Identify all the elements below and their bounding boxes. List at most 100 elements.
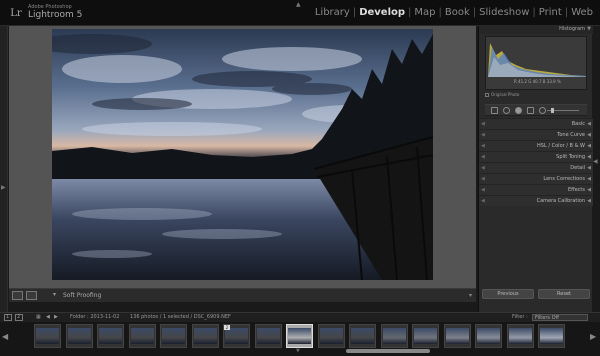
section-detail[interactable]: ◀ Detail ◀ bbox=[479, 162, 593, 173]
expand-section-icon[interactable]: ◀ bbox=[587, 154, 591, 160]
filmstrip[interactable]: ◀ ▶ 2 bbox=[0, 322, 600, 356]
thumbnail-image bbox=[509, 328, 532, 344]
filmstrip-thumbnail[interactable] bbox=[34, 324, 61, 348]
product-label: Lightroom 5 bbox=[28, 10, 83, 20]
left-panel-collapsed[interactable]: ▶ bbox=[0, 26, 8, 312]
collapse-top-panel-icon[interactable]: ▲ bbox=[296, 1, 301, 8]
expand-section-icon[interactable]: ◀ bbox=[587, 143, 591, 149]
adjustment-brush-slider[interactable] bbox=[547, 108, 579, 113]
thumbnail-image bbox=[99, 328, 122, 344]
right-panel: Histogram ▼ R 41.2 G 40.7 B 33.9 % Origi… bbox=[478, 26, 593, 312]
develop-toolbar: ▾ Soft Proofing ▾ bbox=[9, 288, 476, 302]
thumbnail-image bbox=[194, 328, 217, 344]
filmstrip-thumbnail[interactable] bbox=[381, 324, 408, 348]
original-photo-label: Original Photo bbox=[491, 92, 520, 97]
section-side-icon: ◀ bbox=[481, 198, 485, 204]
filmstrip-thumbnail[interactable] bbox=[66, 324, 93, 348]
filmstrip-thumbnail[interactable] bbox=[538, 324, 565, 348]
expand-section-icon[interactable]: ◀ bbox=[587, 187, 591, 193]
section-tone-curve[interactable]: ◀ Tone Curve ◀ bbox=[479, 129, 593, 140]
collapse-filmstrip-icon[interactable]: ▼ bbox=[296, 348, 300, 354]
filmstrip-thumbnail[interactable] bbox=[318, 324, 345, 348]
section-camera-calibration[interactable]: ◀ Camera Calibration ◀ bbox=[479, 195, 593, 206]
section-label: HSL / Color / B & W bbox=[537, 143, 585, 149]
histogram-graph bbox=[488, 43, 586, 77]
filmstrip-thumbnail[interactable] bbox=[129, 324, 156, 348]
filmstrip-thumbnail[interactable] bbox=[286, 324, 313, 348]
graduated-filter-tool-icon[interactable] bbox=[527, 107, 534, 114]
filmstrip-thumbnail[interactable]: 2 bbox=[223, 324, 250, 348]
thumbnail-image bbox=[320, 328, 343, 344]
filter-dropdown[interactable]: Filters Off bbox=[532, 314, 588, 321]
identity-plate: Lr Adobe Photoshop Lightroom 5 ▲ Library… bbox=[0, 0, 600, 26]
filmstrip-thumbnail[interactable] bbox=[349, 324, 376, 348]
histogram[interactable]: R 41.2 G 40.7 B 33.9 % bbox=[485, 36, 587, 90]
loupe-view-button[interactable] bbox=[12, 291, 23, 300]
thumbnail-image bbox=[414, 328, 437, 344]
filmstrip-scrollbar[interactable] bbox=[346, 349, 430, 353]
collapse-right-panel-icon[interactable]: ◀ bbox=[593, 158, 598, 165]
expand-left-panel-icon[interactable]: ▶ bbox=[1, 184, 6, 191]
filmstrip-scroll-right-icon[interactable]: ▶ bbox=[590, 332, 596, 341]
module-develop[interactable]: Develop bbox=[356, 7, 408, 18]
original-photo-toggle[interactable]: Original Photo bbox=[485, 92, 519, 97]
section-side-icon: ◀ bbox=[481, 143, 485, 149]
filmstrip-thumbnail[interactable] bbox=[412, 324, 439, 348]
stack-count-badge: 2 bbox=[224, 325, 230, 330]
filmstrip-thumbnail[interactable] bbox=[507, 324, 534, 348]
histogram-header[interactable]: Histogram ▼ bbox=[479, 26, 593, 34]
expand-section-icon[interactable]: ◀ bbox=[587, 176, 591, 182]
red-eye-tool-icon[interactable] bbox=[515, 107, 522, 114]
right-panel-footer: Previous Reset bbox=[479, 288, 593, 302]
section-effects[interactable]: ◀ Effects ◀ bbox=[479, 184, 593, 195]
expand-section-icon[interactable]: ◀ bbox=[587, 132, 591, 138]
filmstrip-thumbnail[interactable] bbox=[444, 324, 471, 348]
thumbnail-image bbox=[446, 328, 469, 344]
lightroom-logo: Lr bbox=[10, 8, 22, 19]
section-lens-corrections[interactable]: ◀ Lens Corrections ◀ bbox=[479, 173, 593, 184]
photo-canvas[interactable] bbox=[9, 26, 476, 288]
forward-arrow-icon[interactable]: ▶ bbox=[54, 314, 58, 320]
toolbar-menu-icon[interactable]: ▾ bbox=[469, 292, 472, 299]
section-hsl[interactable]: ◀ HSL / Color / B & W ◀ bbox=[479, 140, 593, 151]
collapse-histogram-icon[interactable]: ▼ bbox=[587, 26, 591, 32]
before-after-dropdown-icon[interactable]: ▾ bbox=[53, 291, 56, 298]
folder-source[interactable]: Folder : 2013-11-02 bbox=[70, 314, 119, 320]
page-2-label: 2 bbox=[17, 314, 21, 320]
section-split-toning[interactable]: ◀ Split Toning ◀ bbox=[479, 151, 593, 162]
module-print[interactable]: Print bbox=[536, 7, 565, 18]
before-after-view-button[interactable] bbox=[26, 291, 37, 300]
filmstrip-scroll-left-icon[interactable]: ◀ bbox=[2, 332, 8, 341]
radial-filter-tool-icon[interactable] bbox=[539, 107, 546, 114]
section-label: Camera Calibration bbox=[536, 198, 585, 204]
module-map[interactable]: Map bbox=[411, 7, 438, 18]
grid-view-icon[interactable]: ▦ bbox=[36, 314, 41, 320]
previous-button[interactable]: Previous bbox=[482, 289, 534, 299]
section-basic[interactable]: ◀ Basic ◀ bbox=[479, 118, 593, 129]
filmstrip-thumbnail[interactable] bbox=[97, 324, 124, 348]
module-web[interactable]: Web bbox=[568, 7, 596, 18]
filmstrip-thumbnail[interactable] bbox=[255, 324, 282, 348]
expand-section-icon[interactable]: ◀ bbox=[587, 165, 591, 171]
spot-removal-tool-icon[interactable] bbox=[503, 107, 510, 114]
thumbnail-image bbox=[477, 328, 500, 344]
section-label: Split Toning bbox=[556, 154, 585, 160]
original-photo-checkbox[interactable] bbox=[485, 92, 489, 97]
expand-section-icon[interactable]: ◀ bbox=[587, 121, 591, 127]
module-slideshow[interactable]: Slideshow bbox=[476, 7, 532, 18]
crop-tool-icon[interactable] bbox=[491, 107, 498, 114]
module-book[interactable]: Book bbox=[442, 7, 473, 18]
filmstrip-thumbnail[interactable] bbox=[475, 324, 502, 348]
back-arrow-icon[interactable]: ◀ bbox=[46, 314, 50, 320]
filmstrip-thumbnail[interactable] bbox=[160, 324, 187, 348]
filmstrip-header: 1 2 ▦ ◀ ▶ Folder : 2013-11-02 136 photos… bbox=[0, 312, 600, 322]
expand-section-icon[interactable]: ◀ bbox=[587, 198, 591, 204]
module-library[interactable]: Library bbox=[312, 7, 353, 18]
thumbnail-image bbox=[225, 328, 248, 344]
section-label: Lens Corrections bbox=[543, 176, 585, 182]
soft-proofing-checkbox[interactable]: Soft Proofing bbox=[63, 292, 101, 299]
page-1-label: 1 bbox=[6, 314, 10, 320]
reset-button[interactable]: Reset bbox=[538, 289, 590, 299]
thumbnail-image bbox=[131, 328, 154, 344]
filmstrip-thumbnail[interactable] bbox=[192, 324, 219, 348]
